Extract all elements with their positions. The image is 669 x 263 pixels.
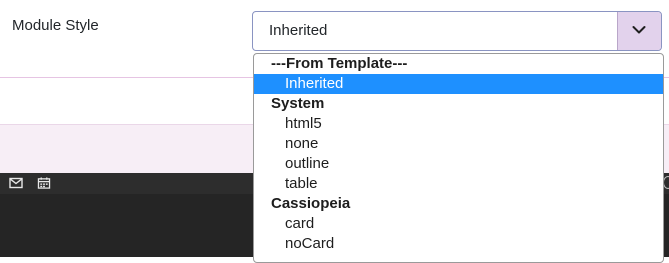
option-inherited[interactable]: Inherited (254, 74, 663, 94)
module-style-select[interactable]: Inherited (252, 11, 662, 51)
optgroup-system: System (271, 95, 325, 112)
option-nocard[interactable]: noCard (254, 234, 663, 254)
module-style-dropdown[interactable]: ---From Template--- Inherited System htm… (253, 53, 664, 263)
optgroup-cassiopeia: Cassiopeia (271, 195, 351, 212)
optgroup-from-template: ---From Template--- (271, 55, 408, 72)
calendar-icon[interactable] (37, 177, 51, 189)
module-style-label: Module Style (12, 17, 99, 34)
option-table[interactable]: table (254, 174, 663, 194)
option-outline[interactable]: outline (254, 154, 663, 174)
chevron-down-icon (632, 26, 646, 34)
select-current-value: Inherited (269, 22, 328, 39)
option-html5[interactable]: html5 (254, 114, 663, 134)
select-dropdown-button[interactable] (617, 12, 661, 50)
envelope-icon[interactable] (9, 177, 23, 189)
option-card[interactable]: card (254, 214, 663, 234)
option-none[interactable]: none (254, 134, 663, 154)
